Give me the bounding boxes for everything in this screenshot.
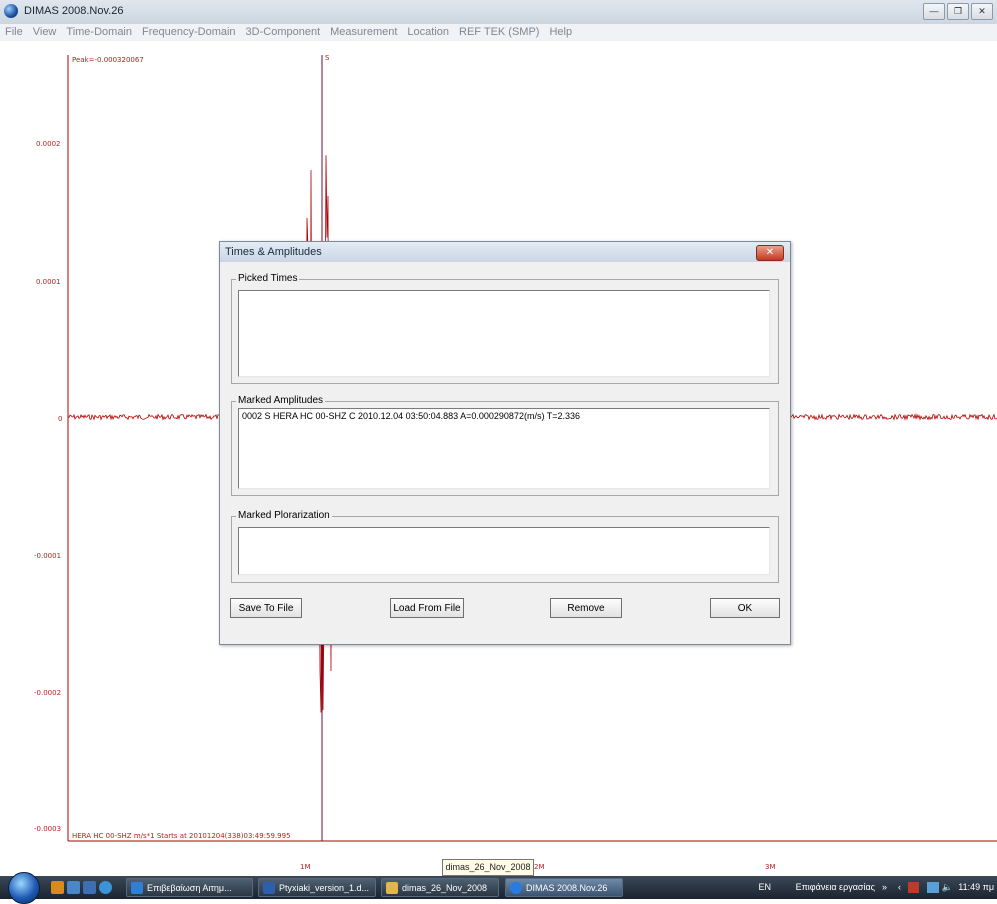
menu-time-domain[interactable]: Time-Domain [61, 24, 137, 41]
y-tick-label: 0.0002 [36, 140, 61, 148]
task-label: DIMAS 2008.Nov.26 [526, 883, 608, 893]
menu-frequency-domain[interactable]: Frequency-Domain [137, 24, 241, 41]
task-label: Ptyxiaki_version_1.d... [279, 883, 370, 893]
menu-ref-tek[interactable]: REF TEK (SMP) [454, 24, 544, 41]
list-item[interactable]: 0002 S HERA HC 00-SHZ C 2010.12.04 03:50… [239, 409, 769, 423]
dialog-title: Times & Amplitudes [225, 246, 322, 258]
media-player-icon[interactable] [51, 881, 64, 894]
clock[interactable]: 11:49 πμ [958, 876, 994, 899]
y-tick-label: -0.0003 [34, 825, 62, 833]
minimize-button[interactable]: — [923, 3, 945, 20]
menu-measurement[interactable]: Measurement [325, 24, 402, 41]
show-desktop-icon[interactable] [83, 881, 96, 894]
marked-amplitudes-label: Marked Amplitudes [236, 394, 326, 408]
x-tick-label: 1M [300, 863, 311, 871]
task-ie-window[interactable]: Επιβεβαίωση Αιτημ... [126, 878, 253, 897]
folder-icon [386, 882, 398, 894]
marked-amplitudes-group: Marked Amplitudes 0002 S HERA HC 00-SHZ … [231, 394, 779, 496]
chevron-left-icon[interactable]: ‹ [898, 876, 901, 899]
menu-3d-component[interactable]: 3D-Component [241, 24, 326, 41]
s-pick-marker-label: S [325, 54, 330, 62]
word-document-icon [263, 882, 275, 894]
menu-file[interactable]: File [0, 24, 28, 41]
language-indicator[interactable]: EN [758, 876, 771, 899]
menu-view[interactable]: View [28, 24, 62, 41]
task-label: Επιβεβαίωση Αιτημ... [147, 883, 232, 893]
antivirus-alert-icon[interactable] [908, 882, 919, 893]
app-globe-icon [510, 882, 522, 894]
restore-button[interactable]: ❐ [947, 3, 969, 20]
volume-icon[interactable]: 🔈 [942, 876, 953, 899]
task-dimas-app[interactable]: DIMAS 2008.Nov.26 [505, 878, 623, 897]
x-tick-label: 3M [765, 863, 776, 871]
marked-polarization-label: Marked Plorarization [236, 509, 332, 523]
ok-button[interactable]: OK [710, 598, 780, 618]
close-window-button[interactable]: ✕ [971, 3, 993, 20]
taskbar: Επιβεβαίωση Αιτημ... Ptyxiaki_version_1.… [0, 872, 997, 904]
peak-label: Peak=-0.000320067 [72, 56, 144, 64]
marked-polarization-list[interactable] [238, 527, 770, 575]
marked-polarization-group: Marked Plorarization [231, 509, 779, 583]
taskbar-tooltip: dimas_26_Nov_2008 [442, 859, 534, 876]
times-amplitudes-dialog: Times & Amplitudes ✕ Picked Times Marked… [219, 241, 791, 645]
picked-times-list[interactable] [238, 290, 770, 377]
browser-quicklaunch-icon[interactable] [99, 881, 112, 894]
internet-explorer-icon [131, 882, 143, 894]
picked-times-label: Picked Times [236, 272, 300, 286]
network-icon[interactable] [927, 882, 939, 893]
y-tick-label: -0.0002 [34, 689, 62, 697]
x-tick-label: 2M [534, 863, 545, 871]
picked-times-group: Picked Times [231, 272, 779, 384]
menu-help[interactable]: Help [544, 24, 577, 41]
window-controls: — ❐ ✕ [923, 3, 993, 20]
remove-button[interactable]: Remove [550, 598, 622, 618]
load-from-file-button[interactable]: Load From File [390, 598, 464, 618]
title-bar: DIMAS 2008.Nov.26 — ❐ ✕ [0, 0, 997, 25]
save-to-file-button[interactable]: Save To File [230, 598, 302, 618]
close-icon: ✕ [765, 247, 775, 258]
desktop-toolbar-label[interactable]: Επιφάνεια εργασίας [796, 876, 875, 899]
dialog-title-bar[interactable]: Times & Amplitudes ✕ [220, 242, 790, 262]
app-globe-icon [4, 4, 18, 18]
menu-bar: File View Time-Domain Frequency-Domain 3… [0, 24, 997, 41]
y-tick-label: -0.0001 [34, 552, 62, 560]
window-title: DIMAS 2008.Nov.26 [24, 5, 124, 17]
explorer-quicklaunch-icon[interactable] [67, 881, 80, 894]
start-button[interactable] [8, 872, 40, 904]
task-label: dimas_26_Nov_2008 [402, 883, 488, 893]
y-tick-label: 0.0001 [36, 278, 61, 286]
y-tick-label: 0 [58, 415, 63, 423]
marked-amplitudes-list[interactable]: 0002 S HERA HC 00-SHZ C 2010.12.04 03:50… [238, 408, 770, 489]
menu-location[interactable]: Location [402, 24, 454, 41]
trace-info-label: HERA HC 00-SHZ m/s*1 Starts at 20101204(… [72, 832, 291, 840]
task-word-document[interactable]: Ptyxiaki_version_1.d... [258, 878, 376, 897]
task-folder[interactable]: dimas_26_Nov_2008 [381, 878, 499, 897]
toolbar-chevron[interactable]: » [882, 876, 887, 899]
dialog-close-button[interactable]: ✕ [756, 245, 784, 261]
